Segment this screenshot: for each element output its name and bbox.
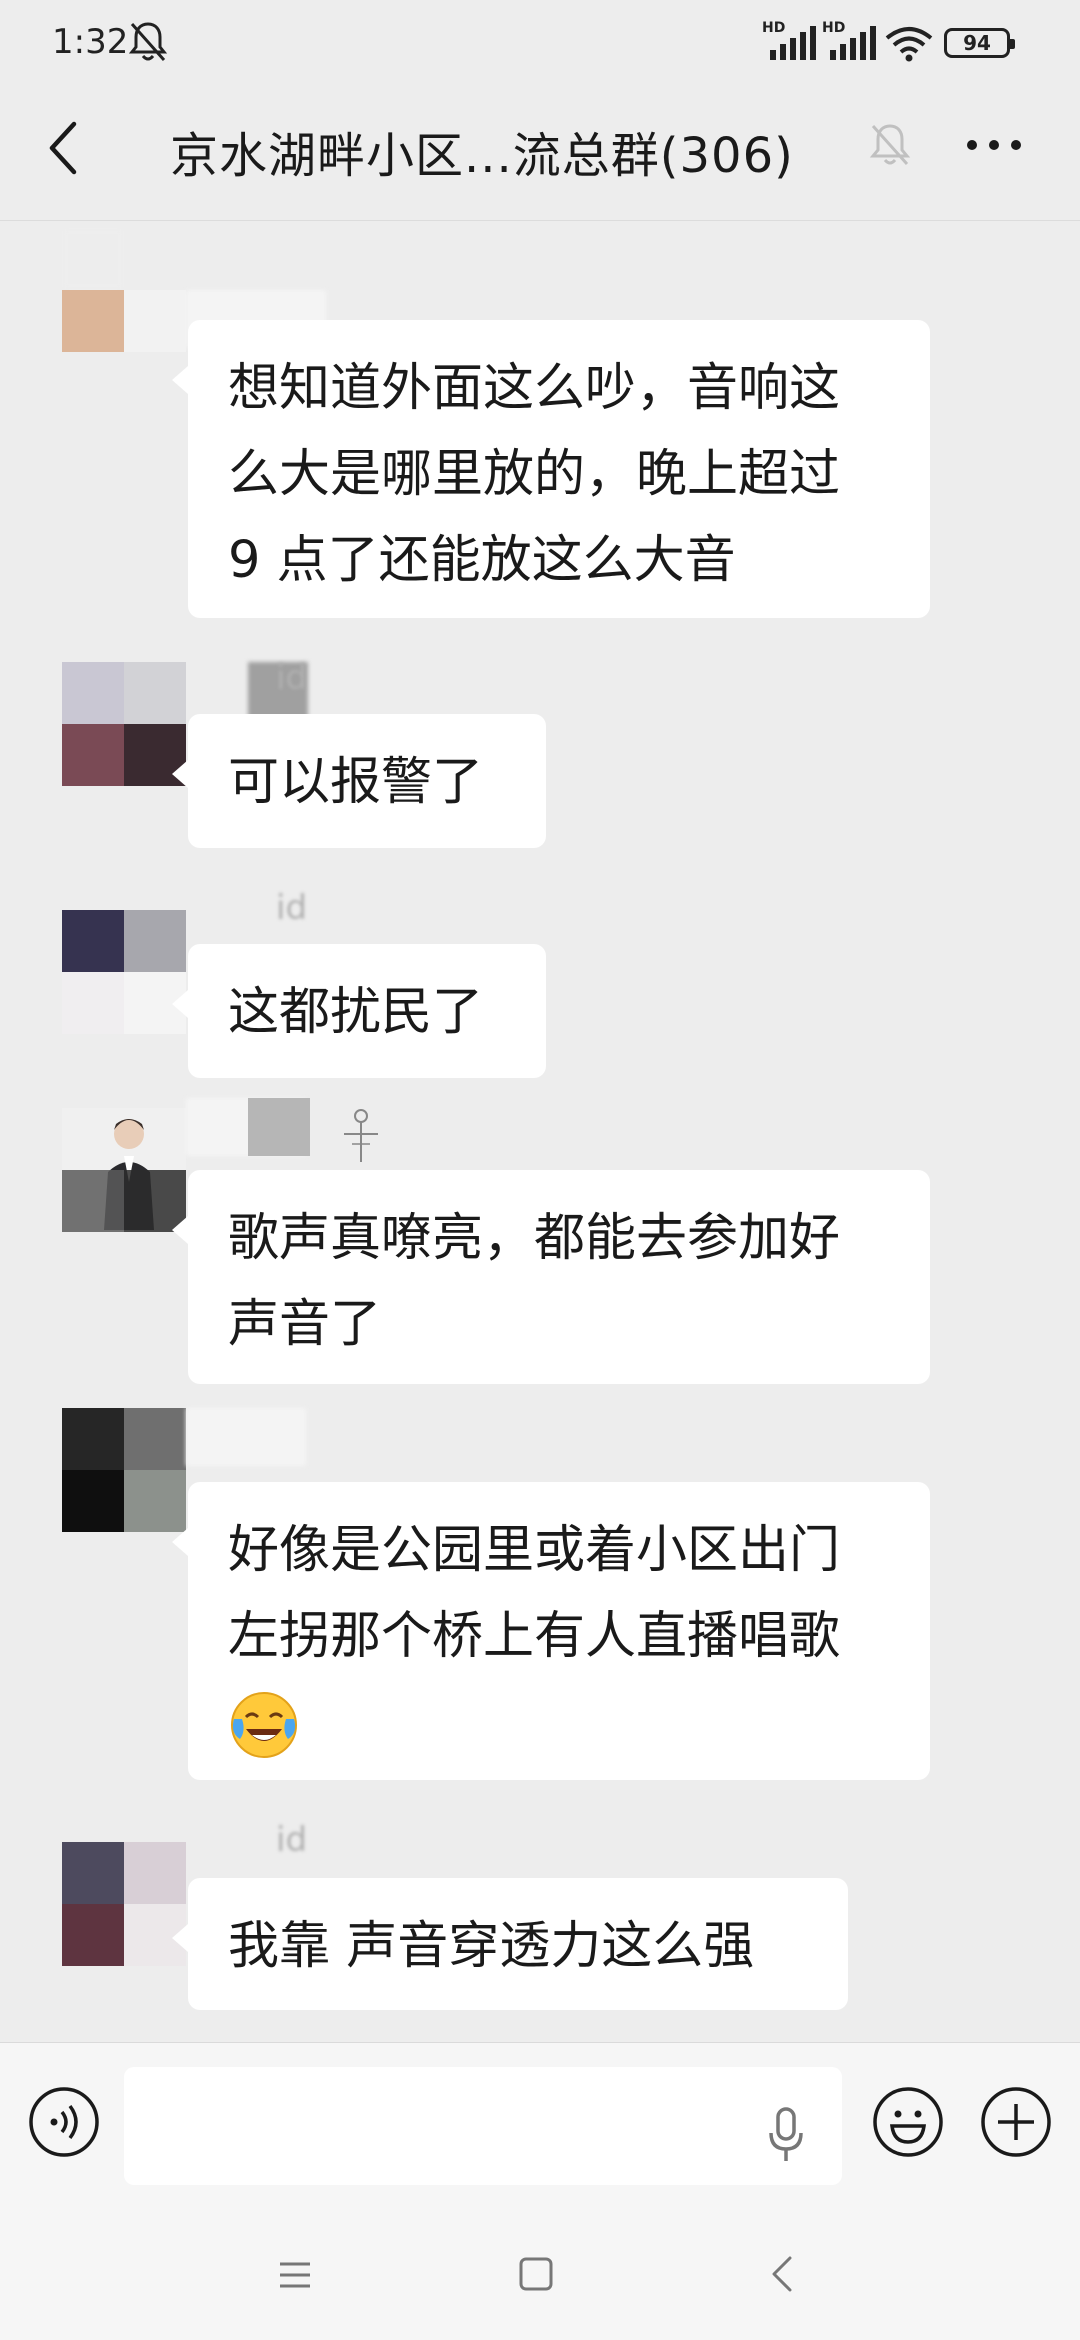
status-bar: 1:32 HD HD 94 bbox=[0, 0, 1080, 90]
message-bubble[interactable]: 可以报警了 bbox=[172, 714, 546, 848]
avatar[interactable] bbox=[62, 1408, 186, 1532]
message-input-bar bbox=[0, 2042, 1080, 2213]
message-text-line: 我靠 声音穿透力这么强 bbox=[228, 1917, 755, 1976]
avatar[interactable] bbox=[62, 910, 186, 1034]
message-text-line: 好像是公园里或着小区出门 bbox=[228, 1521, 841, 1580]
wifi-icon bbox=[885, 27, 933, 62]
system-nav-bar bbox=[0, 2212, 1080, 2340]
status-time: 1:32 bbox=[52, 22, 129, 62]
avatar[interactable] bbox=[62, 1842, 186, 1966]
message-text-line: 左拐那个桥上有人直播唱歌 bbox=[228, 1607, 841, 1666]
mute-bell-icon bbox=[869, 124, 911, 166]
emoji-button-icon[interactable] bbox=[872, 2086, 944, 2158]
chat-header: 京水湖畔小区...流总群(306) bbox=[0, 90, 1080, 221]
message-text-line: 9 点了还能放这么大音 bbox=[228, 531, 736, 590]
sender-name: id bbox=[276, 658, 308, 698]
message-text-line: 声音了 bbox=[228, 1295, 382, 1354]
sender-name-blurred bbox=[248, 1098, 310, 1156]
add-more-icon[interactable] bbox=[980, 2086, 1052, 2158]
nav-back-icon[interactable] bbox=[768, 2254, 796, 2294]
crying-laughing-emoji-icon bbox=[231, 1692, 297, 1758]
message-bubble[interactable]: 歌声真嘹亮，都能去参加好 声音了 bbox=[172, 1170, 930, 1384]
microphone-icon[interactable] bbox=[766, 2105, 806, 2165]
message-text-line: 歌声真嘹亮，都能去参加好 bbox=[228, 1209, 841, 1268]
recent-apps-icon[interactable] bbox=[278, 2258, 312, 2292]
avatar[interactable] bbox=[62, 1108, 186, 1232]
avatar[interactable] bbox=[62, 662, 186, 786]
message-bubble[interactable]: 好像是公园里或着小区出门 左拐那个桥上有人直播唱歌 bbox=[172, 1482, 930, 1780]
chat-title: 京水湖畔小区...流总群(306) bbox=[170, 128, 794, 184]
battery-level: 94 bbox=[963, 31, 991, 55]
message-bubble[interactable]: 想知道外面这么吵，音响这 么大是哪里放的，晚上超过 9 点了还能放这么大音 bbox=[172, 320, 930, 618]
sender-name: id bbox=[276, 888, 308, 928]
cellular-signal-icon: HD bbox=[762, 20, 822, 62]
voice-input-toggle-icon[interactable] bbox=[28, 2086, 100, 2158]
notification-off-icon bbox=[128, 22, 168, 61]
decorative-symbol-icon bbox=[344, 1109, 378, 1162]
sender-name: id bbox=[276, 1820, 308, 1860]
message-bubble[interactable]: 我靠 声音穿透力这么强 bbox=[172, 1878, 848, 2010]
message-input[interactable] bbox=[124, 2067, 842, 2185]
message-text-line: 么大是哪里放的，晚上超过 bbox=[228, 445, 841, 504]
sender-name-blurred bbox=[186, 1408, 306, 1466]
home-icon[interactable] bbox=[518, 2256, 554, 2292]
message-bubble[interactable]: 这都扰民了 bbox=[172, 944, 546, 1078]
message-text-line: 这都扰民了 bbox=[228, 983, 484, 1042]
battery-icon: 94 bbox=[944, 28, 1015, 58]
back-arrow-icon[interactable] bbox=[44, 118, 84, 178]
message-text-line: 可以报警了 bbox=[228, 753, 484, 812]
more-options-icon[interactable] bbox=[964, 130, 1024, 160]
message-text-line: 想知道外面这么吵，音响这 bbox=[228, 359, 841, 418]
avatar[interactable] bbox=[62, 228, 186, 352]
cellular-signal-icon: HD bbox=[822, 20, 882, 62]
